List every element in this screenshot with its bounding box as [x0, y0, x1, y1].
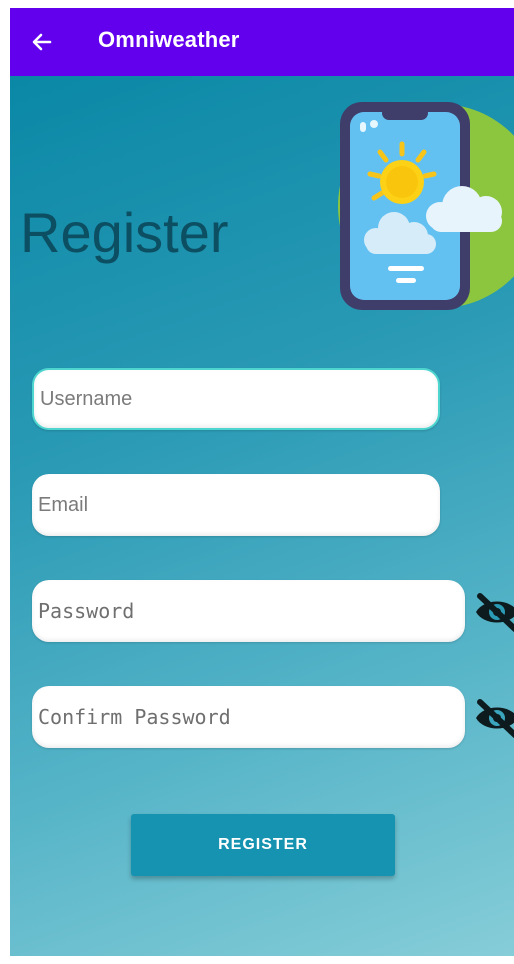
arrow-back-icon: [32, 33, 52, 51]
phone-weather-illustration: [338, 102, 514, 310]
password-placeholder: Password: [38, 599, 135, 623]
email-placeholder: Email: [38, 493, 89, 516]
username-field[interactable]: Username: [32, 368, 440, 430]
eye-off-icon: [476, 593, 514, 633]
app-title: Omniweather: [98, 27, 240, 52]
app-bar: Omniweather: [10, 8, 514, 76]
email-field[interactable]: Email: [32, 474, 440, 536]
register-button[interactable]: REGISTER: [131, 814, 395, 876]
password-field[interactable]: Password: [32, 580, 465, 642]
back-button[interactable]: [24, 24, 60, 60]
confirm-password-visibility-toggle[interactable]: [474, 696, 514, 740]
app-screen: Omniweather Register Username Email Pass…: [10, 8, 514, 956]
password-visibility-toggle[interactable]: [474, 590, 514, 634]
page-heading: Register: [20, 201, 229, 264]
register-screen: Register Username Email Password Confirm…: [10, 76, 514, 956]
eye-off-icon: [476, 699, 514, 739]
username-placeholder: Username: [40, 387, 133, 410]
confirm-password-placeholder: Confirm Password: [38, 705, 231, 729]
confirm-password-field[interactable]: Confirm Password: [32, 686, 465, 748]
